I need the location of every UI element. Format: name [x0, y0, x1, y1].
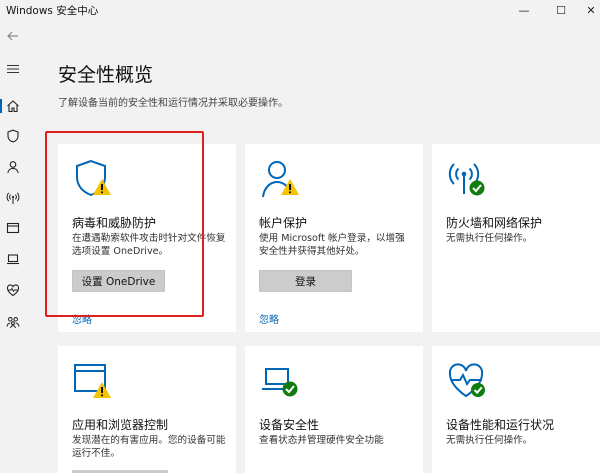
- card-description: 无需执行任何操作。: [446, 233, 533, 244]
- dismiss-link[interactable]: 忽略: [72, 311, 92, 326]
- account-person-icon: [259, 158, 301, 200]
- health-icon[interactable]: [3, 280, 23, 300]
- minimize-button[interactable]: —: [505, 0, 543, 20]
- menu-icon[interactable]: [3, 59, 23, 79]
- card-title: 设备安全性: [259, 418, 320, 432]
- card-title: 设备性能和运行状况: [446, 418, 555, 432]
- app-browser-window-icon: [72, 360, 114, 402]
- health-heart-icon: [446, 360, 488, 402]
- card-description: 使用 Microsoft 帐户登录，以增强安全性并获得其他好处。: [259, 233, 405, 257]
- window-title: Windows 安全中心: [6, 5, 99, 17]
- card-account-protection[interactable]: 帐户保护 使用 Microsoft 帐户登录，以增强安全性并获得其他好处。 登录…: [245, 144, 423, 332]
- back-icon[interactable]: [3, 26, 23, 46]
- network-icon[interactable]: [3, 188, 23, 208]
- device-icon[interactable]: [3, 249, 23, 269]
- main-content: 安全性概览 了解设备当前的安全性和运行情况并采取必要操作。 病毒和威胁防护 在遭…: [26, 20, 600, 473]
- close-button[interactable]: ✕: [572, 0, 600, 20]
- windows-security-window: Windows 安全中心 — ☐ ✕ 安全性概览 了解设备当前的安全性和运行情况…: [0, 0, 600, 473]
- card-app-browser-control[interactable]: 应用和浏览器控制 发现潜在的有害应用。您的设备可能运行不佳。: [58, 346, 236, 473]
- card-title: 应用和浏览器控制: [72, 418, 169, 432]
- device-laptop-icon: [259, 360, 301, 402]
- card-virus-threat-protection[interactable]: 病毒和威胁防护 在遭遇勒索软件攻击时针对文件恢复选项设置 OneDrive。 设…: [58, 144, 236, 332]
- left-navigation: [0, 20, 26, 473]
- firewall-antenna-icon: [446, 158, 488, 200]
- family-icon[interactable]: [3, 312, 23, 332]
- app-browser-icon[interactable]: [3, 218, 23, 238]
- virus-threat-shield-icon: [72, 158, 114, 200]
- card-description: 在遭遇勒索软件攻击时针对文件恢复选项设置 OneDrive。: [72, 233, 226, 257]
- card-title: 防火墙和网络保护: [446, 216, 543, 230]
- card-device-security[interactable]: 设备安全性 查看状态并管理硬件安全功能: [245, 346, 423, 473]
- dismiss-link[interactable]: 忽略: [259, 311, 279, 326]
- home-icon[interactable]: [0, 96, 23, 116]
- title-bar: Windows 安全中心 — ☐ ✕: [0, 0, 600, 20]
- account-icon[interactable]: [3, 157, 23, 177]
- sign-in-button[interactable]: 登录: [259, 270, 352, 292]
- card-title: 帐户保护: [259, 216, 308, 230]
- page-title: 安全性概览: [58, 64, 154, 86]
- card-firewall-network-protection[interactable]: 防火墙和网络保护 无需执行任何操作。: [432, 144, 600, 332]
- card-description: 无需执行任何操作。: [446, 435, 533, 446]
- card-description: 发现潜在的有害应用。您的设备可能运行不佳。: [72, 435, 226, 459]
- setup-onedrive-button[interactable]: 设置 OneDrive: [72, 270, 165, 292]
- page-subtitle: 了解设备当前的安全性和运行情况并采取必要操作。: [58, 98, 288, 109]
- card-title: 病毒和威胁防护: [72, 216, 157, 230]
- card-device-performance-health[interactable]: 设备性能和运行状况 无需执行任何操作。: [432, 346, 600, 473]
- card-description: 查看状态并管理硬件安全功能: [259, 435, 384, 446]
- shield-icon[interactable]: [3, 126, 23, 146]
